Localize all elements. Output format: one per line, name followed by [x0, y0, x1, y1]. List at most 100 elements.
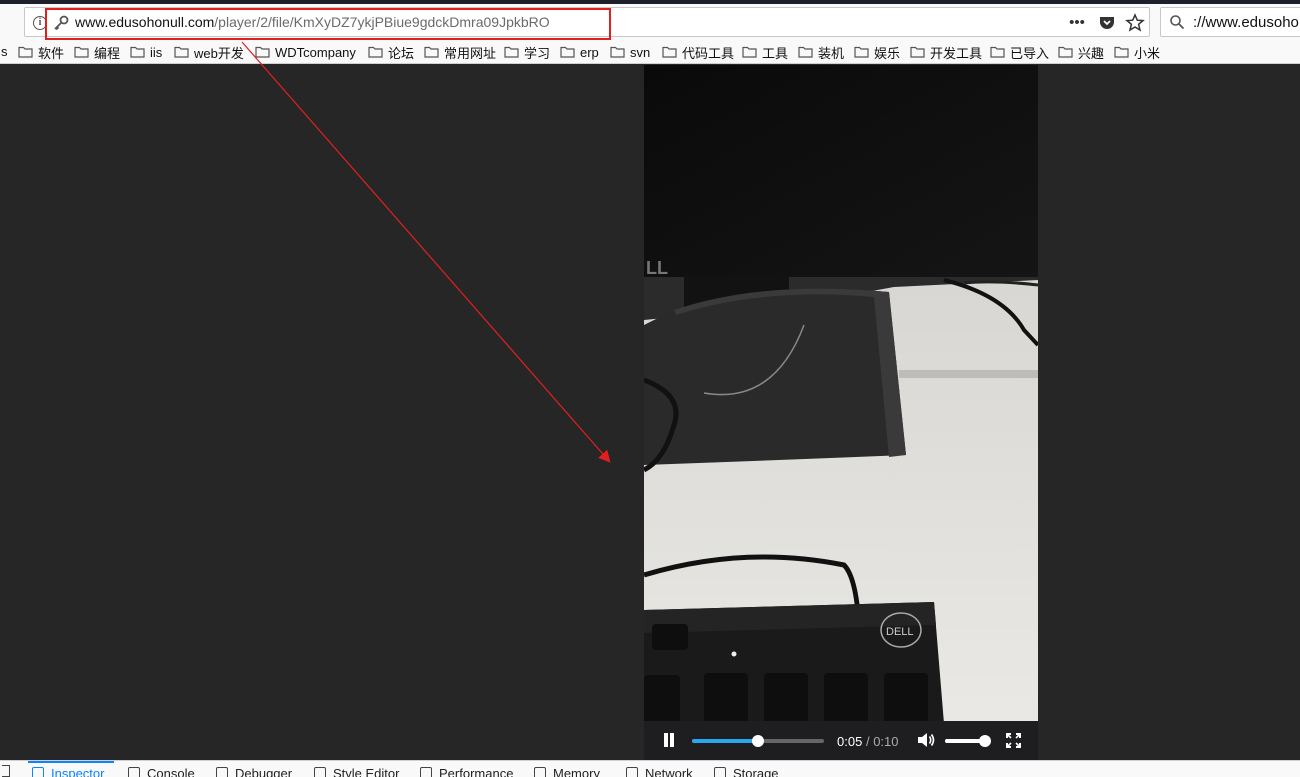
bookmark-folder[interactable]: 代码工具 [662, 43, 734, 61]
bookmark-folder[interactable]: 论坛 [368, 43, 414, 61]
bookmark-label: 常用网址 [444, 45, 497, 61]
devtools-tab-label: Storage [733, 765, 779, 777]
bookmark-folder[interactable]: iis [130, 43, 162, 61]
devtools-tab[interactable]: Debugger [216, 765, 292, 777]
progress-handle[interactable] [752, 735, 764, 747]
duration: 0:10 [873, 734, 899, 749]
devtools-tab-icon [32, 767, 44, 777]
pause-icon[interactable] [662, 733, 676, 747]
bookmark-label: 编程 [94, 45, 121, 61]
bookmark-folder[interactable]: WDTcompany [255, 43, 356, 61]
devtools-tab-label: Style Editor [333, 765, 400, 777]
bookmark-label: 学习 [524, 45, 551, 61]
devtools-tab-label: Console [147, 765, 195, 777]
bookmark-label: 装机 [818, 45, 845, 61]
bookmark-label: 论坛 [388, 45, 415, 61]
folder-icon [1114, 46, 1129, 58]
dock-icon[interactable] [2, 765, 10, 777]
video-frame[interactable]: LL DELL [644, 65, 1038, 760]
devtools-tab[interactable]: Network [626, 765, 693, 777]
folder-icon [18, 46, 33, 58]
bookmark-folder[interactable]: erp [560, 43, 599, 61]
svg-text:DELL: DELL [886, 626, 914, 638]
devtools-tab-icon [216, 767, 228, 777]
time-separator: / [865, 734, 870, 749]
volume-icon[interactable] [917, 732, 935, 748]
folder-icon [130, 46, 145, 58]
bookmark-folder[interactable]: 开发工具 [910, 43, 982, 61]
devtools-tab[interactable]: Inspector [27, 761, 116, 777]
more-icon[interactable]: ••• [1067, 13, 1087, 33]
bookmark-label: erp [580, 44, 599, 60]
bookmark-label: 代码工具 [682, 45, 735, 61]
player-controls: 0:05 / 0:10 [644, 721, 1038, 760]
bookmark-prefix: s [1, 44, 8, 59]
bookmark-label: 小米 [1134, 45, 1161, 61]
progress-fill [692, 739, 758, 743]
bookmark-folder[interactable]: web开发 [174, 43, 244, 61]
bookmark-label: 兴趣 [1078, 45, 1105, 61]
folder-icon [742, 46, 757, 58]
devtools-toolbar: Inspector Console Debugger Style Editor Perf… [0, 760, 1300, 777]
folder-icon [255, 46, 270, 58]
search-bar[interactable]: ://www.edusoho [1160, 7, 1300, 37]
devtools-tab-label: Performance [439, 765, 514, 777]
folder-icon [424, 46, 439, 58]
bookmark-folder[interactable]: svn [610, 43, 650, 61]
folder-icon [560, 46, 575, 58]
bookmark-folder[interactable]: 兴趣 [1058, 43, 1104, 61]
folder-icon [504, 46, 519, 58]
folder-icon [854, 46, 869, 58]
bookmark-folder[interactable]: 编程 [74, 43, 120, 61]
url-bar[interactable]: i www.edusohonull.com/player/2/file/KmXy… [24, 7, 1150, 40]
bookmark-folder[interactable]: 装机 [798, 43, 844, 61]
devtools-tab-icon [626, 767, 638, 777]
bookmark-folder[interactable]: 学习 [504, 43, 550, 61]
bookmark-folder[interactable]: 工具 [742, 43, 788, 61]
bookmarks-toolbar: s 软件 编程 iis web开发 WDTcompany 论坛 常用网址 学习 erp svn 代码… [0, 40, 1300, 64]
devtools-tab-label: Network [645, 765, 693, 777]
fullscreen-icon[interactable] [1006, 733, 1021, 748]
bookmark-label: 开发工具 [930, 45, 983, 61]
bookmark-folder[interactable]: 已导入 [990, 43, 1049, 61]
url-annotation-box [45, 8, 611, 40]
devtools-tab-label: Memory [553, 765, 600, 777]
devtools-tab[interactable]: Performance [420, 765, 513, 777]
devtools-tab-icon [314, 767, 326, 777]
volume-slider[interactable] [945, 735, 991, 747]
time-display: 0:05 / 0:10 [837, 734, 899, 749]
devtools-tab[interactable]: Storage [714, 765, 779, 777]
devtools-tab-label: Debugger [235, 765, 293, 777]
bookmark-label: 工具 [762, 45, 789, 61]
bookmark-label: 软件 [38, 45, 65, 61]
search-text: ://www.edusoho [1193, 14, 1299, 31]
folder-icon [662, 46, 677, 58]
bookmark-label: 娱乐 [874, 45, 901, 61]
devtools-tab[interactable]: Console [128, 765, 195, 777]
devtools-tab[interactable]: Memory [534, 765, 600, 777]
svg-text:LL: LL [646, 258, 668, 278]
bookmark-label: 已导入 [1010, 45, 1050, 61]
folder-icon [610, 46, 625, 58]
bookmark-folder[interactable]: 常用网址 [424, 43, 496, 61]
bookmark-folder[interactable]: 软件 [18, 43, 64, 61]
folder-icon [990, 46, 1005, 58]
video-content: LL DELL [644, 65, 1038, 760]
search-icon [1170, 15, 1185, 30]
current-time: 0:05 [837, 734, 863, 749]
folder-icon [798, 46, 813, 58]
devtools-tab[interactable]: Style Editor [314, 765, 399, 777]
devtools-tab-icon [420, 767, 432, 777]
folder-icon [910, 46, 925, 58]
devtools-tab-icon [128, 767, 140, 777]
bookmark-folder[interactable]: 娱乐 [854, 43, 900, 61]
navigation-toolbar: i www.edusohonull.com/player/2/file/KmXy… [0, 4, 1300, 40]
progress-bar[interactable] [692, 735, 824, 747]
folder-icon [74, 46, 89, 58]
folder-icon [1058, 46, 1073, 58]
pocket-icon[interactable] [1097, 13, 1117, 33]
folder-icon [368, 46, 383, 58]
bookmark-folder[interactable]: 小米 [1114, 43, 1160, 61]
volume-handle[interactable] [978, 735, 991, 747]
star-icon[interactable] [1125, 13, 1145, 33]
